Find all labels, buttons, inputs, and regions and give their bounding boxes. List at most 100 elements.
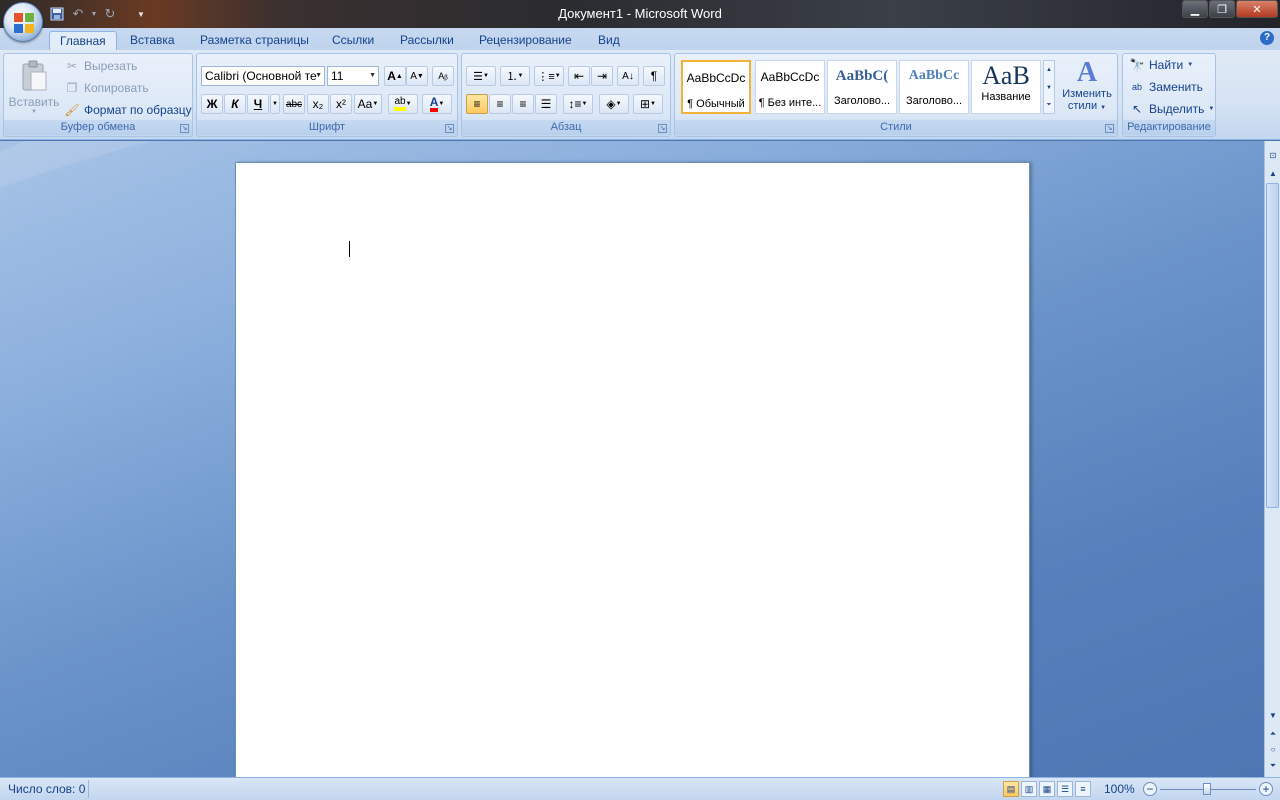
tab-home[interactable]: Главная bbox=[49, 31, 117, 50]
restore-icon[interactable]: ❐ bbox=[1209, 0, 1235, 18]
align-right-button[interactable]: ≡ bbox=[512, 94, 534, 114]
status-bar: Число слов: 0 ▤ ▥ ▦ ☰ ≡ 100% − + bbox=[0, 777, 1280, 800]
help-icon[interactable]: ? bbox=[1260, 31, 1274, 45]
paste-icon bbox=[22, 60, 47, 91]
browse-object-icon[interactable]: ○ bbox=[1266, 743, 1280, 757]
change-styles-button[interactable]: A Изменить стили ▼ bbox=[1059, 58, 1115, 118]
zoom-slider-thumb[interactable] bbox=[1203, 783, 1211, 795]
replace-button[interactable]: ab Заменить bbox=[1129, 77, 1203, 97]
more-styles-icon[interactable]: ⏷ bbox=[1044, 97, 1054, 113]
find-button[interactable]: 🔭 Найти ▼ bbox=[1129, 55, 1194, 75]
align-center-button[interactable]: ≡ bbox=[489, 94, 511, 114]
chevron-down-icon[interactable]: ▼ bbox=[1044, 79, 1054, 97]
font-name-combo[interactable]: Calibri (Основной те ▼ bbox=[201, 66, 325, 86]
scroll-down-icon[interactable]: ▼ bbox=[1266, 709, 1280, 723]
line-spacing-button[interactable]: ↕≡ ▼ bbox=[563, 94, 593, 114]
paste-label: Вставить bbox=[8, 95, 60, 109]
style-no-spacing[interactable]: AaBbCcDc ¶ Без инте... bbox=[755, 60, 825, 114]
change-styles-label-2: стили ▼ bbox=[1067, 100, 1107, 112]
subscript-button[interactable]: x₂ bbox=[307, 94, 329, 114]
font-color-icon: A bbox=[429, 96, 439, 112]
tab-mailings[interactable]: Рассылки bbox=[390, 31, 464, 50]
styles-launcher-icon[interactable]: ↘ bbox=[1105, 124, 1114, 133]
paragraph-launcher-icon[interactable]: ↘ bbox=[658, 124, 667, 133]
replace-icon: ab bbox=[1131, 82, 1142, 92]
paste-button[interactable]: Вставить ▼ bbox=[8, 58, 60, 116]
italic-button[interactable]: К bbox=[224, 94, 246, 114]
chevron-down-icon: ▼ bbox=[369, 72, 376, 79]
underline-button[interactable]: Ч bbox=[247, 94, 269, 114]
multilevel-list-button[interactable]: ⋮≡ ▼ bbox=[534, 66, 564, 86]
office-logo-icon bbox=[14, 13, 34, 33]
font-size-combo[interactable]: 11 ▼ bbox=[327, 66, 379, 86]
word-count[interactable]: Число слов: 0 bbox=[8, 782, 85, 796]
highlighter-icon: ab bbox=[394, 97, 406, 111]
change-case-button[interactable]: Aa ▼ bbox=[354, 94, 382, 114]
highlight-button[interactable]: ab ▼ bbox=[388, 94, 418, 114]
underline-dropdown-icon[interactable]: ▼ bbox=[270, 94, 280, 114]
office-button[interactable] bbox=[3, 2, 43, 42]
format-painter-button[interactable]: 🖌 Формат по образцу bbox=[64, 100, 192, 120]
minimize-icon[interactable]: ▁ bbox=[1182, 0, 1208, 18]
style-heading-2[interactable]: AaBbCc Заголово... bbox=[899, 60, 969, 114]
style-sample: AaBbCcDc bbox=[686, 71, 746, 85]
font-size-value: 11 bbox=[331, 69, 344, 83]
full-screen-reading-icon[interactable]: ▥ bbox=[1021, 781, 1037, 797]
scroll-up-icon[interactable]: ▲ bbox=[1266, 167, 1280, 181]
strikethrough-button[interactable]: abc bbox=[283, 94, 305, 114]
bold-button[interactable]: Ж bbox=[201, 94, 223, 114]
tab-insert[interactable]: Вставка bbox=[120, 31, 185, 50]
outline-icon[interactable]: ☰ bbox=[1057, 781, 1073, 797]
print-layout-icon[interactable]: ▤ bbox=[1003, 781, 1019, 797]
next-page-icon[interactable]: ⏷ bbox=[1266, 759, 1280, 773]
font-color-button[interactable]: A ▼ bbox=[422, 94, 452, 114]
change-styles-icon: A bbox=[1076, 57, 1098, 88]
select-button[interactable]: ↖ Выделить ▼ bbox=[1129, 99, 1214, 119]
tab-review[interactable]: Рецензирование bbox=[469, 31, 582, 50]
clipboard-launcher-icon[interactable]: ↘ bbox=[180, 124, 189, 133]
close-icon[interactable]: ✕ bbox=[1236, 0, 1278, 18]
paste-dropdown-icon: ▼ bbox=[31, 109, 37, 115]
increase-indent-button[interactable]: ⇥ bbox=[591, 66, 613, 86]
align-left-button[interactable]: ≡ bbox=[466, 94, 488, 114]
web-layout-icon[interactable]: ▦ bbox=[1039, 781, 1055, 797]
decrease-indent-button[interactable]: ⇤ bbox=[568, 66, 590, 86]
zoom-out-icon[interactable]: − bbox=[1143, 782, 1157, 796]
previous-page-icon[interactable]: ⏶ bbox=[1266, 727, 1280, 741]
document-page[interactable] bbox=[235, 162, 1030, 777]
tab-references[interactable]: Ссылки bbox=[322, 31, 384, 50]
numbering-button[interactable]: ⒈ ▼ bbox=[500, 66, 530, 86]
tab-view[interactable]: Вид bbox=[588, 31, 630, 50]
draft-icon[interactable]: ≡ bbox=[1075, 781, 1091, 797]
style-sample: AaBbCc bbox=[908, 68, 960, 83]
zoom-level[interactable]: 100% bbox=[1104, 782, 1135, 796]
cut-button[interactable]: ✂ Вырезать bbox=[64, 56, 137, 76]
borders-button[interactable]: ⊞ ▼ bbox=[633, 94, 663, 114]
font-launcher-icon[interactable]: ↘ bbox=[445, 124, 454, 133]
cut-label: Вырезать bbox=[84, 59, 138, 73]
tab-page-layout[interactable]: Разметка страницы bbox=[190, 31, 319, 50]
show-marks-button[interactable]: ¶ bbox=[643, 66, 665, 86]
ruler-toggle-icon[interactable]: ⊡ bbox=[1266, 149, 1280, 163]
style-heading-1[interactable]: AaBbC( Заголово... bbox=[827, 60, 897, 114]
zoom-in-icon[interactable]: + bbox=[1259, 782, 1273, 796]
style-normal[interactable]: AaBbCcDc ¶ Обычный bbox=[681, 60, 751, 114]
superscript-button[interactable]: x² bbox=[330, 94, 352, 114]
vertical-scrollbar[interactable]: ⊡ ▲ ▼ ⏶ ○ ⏷ bbox=[1264, 141, 1280, 777]
clear-formatting-button[interactable]: Aᵦ bbox=[432, 66, 454, 86]
find-label: Найти bbox=[1149, 58, 1184, 72]
scroll-thumb[interactable] bbox=[1266, 183, 1279, 508]
sort-button[interactable]: A↓ bbox=[617, 66, 639, 86]
justify-button[interactable]: ☰ bbox=[535, 94, 557, 114]
shrink-font-button[interactable]: A ▼ bbox=[406, 66, 428, 86]
editing-group: 🔭 Найти ▼ ab Заменить ↖ Выделить ▼ Редак… bbox=[1122, 53, 1216, 137]
format-painter-label: Формат по образцу bbox=[84, 103, 192, 117]
bullets-button[interactable]: ☰ ▼ bbox=[466, 66, 496, 86]
select-label: Выделить bbox=[1149, 102, 1205, 116]
style-title[interactable]: AaB Название bbox=[971, 60, 1041, 114]
copy-button[interactable]: ❐ Копировать bbox=[64, 78, 149, 98]
chevron-up-icon[interactable]: ▲ bbox=[1044, 61, 1054, 79]
shading-button[interactable]: ◈ ▼ bbox=[599, 94, 629, 114]
align-left-icon: ≡ bbox=[473, 97, 481, 111]
grow-font-button[interactable]: A ▲ bbox=[384, 66, 406, 86]
